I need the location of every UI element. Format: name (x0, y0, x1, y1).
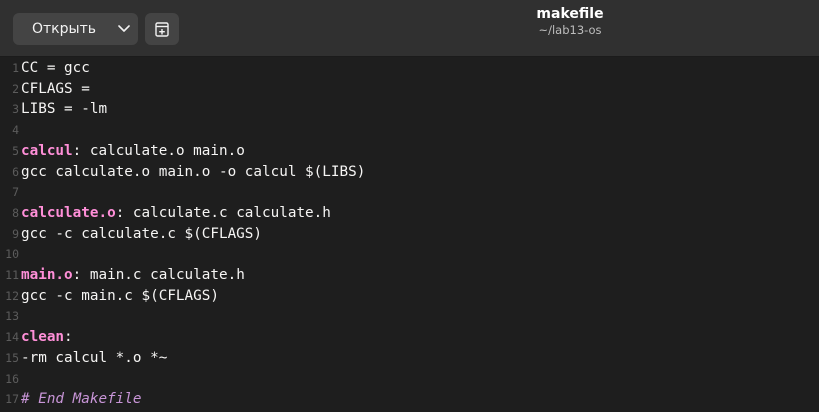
make-target: calculate.o (21, 204, 116, 221)
code-text: : main.c calculate.h (72, 267, 245, 283)
window-title-block: makefile ~/lab13-os (480, 6, 660, 38)
window-title: makefile (536, 6, 604, 22)
code-editor[interactable]: 1 CC = gcc 2 CFLAGS = 3 LIBS = -lm 4 5 calcul: c… (0, 57, 819, 412)
code-line[interactable]: 8 calculate.o: calculate.c calculate.h (0, 203, 819, 223)
code-line[interactable]: 2 CFLAGS = (0, 79, 819, 99)
code-line[interactable]: 16 (0, 369, 819, 389)
code-line[interactable]: 15 -rm calcul *.o *~ (0, 348, 819, 368)
line-code: gcc calculate.o main.o -o calcul $(LIBS) (21, 162, 365, 182)
code-line[interactable]: 6 gcc calculate.o main.o -o calcul $(LIBS… (0, 162, 819, 182)
code-text: CFLAGS = (21, 80, 90, 97)
line-code: calcul: calculate.o main.o (21, 141, 245, 161)
line-number: 15 (5, 350, 19, 365)
line-code: gcc -c main.c $(CFLAGS) (21, 286, 219, 306)
make-target: clean (21, 329, 65, 346)
code-text: : (64, 329, 73, 346)
code-line[interactable]: 11 main.o: main.c calculate.h (0, 265, 819, 285)
line-number: 6 (12, 164, 19, 179)
make-target: main.o (21, 267, 73, 283)
code-text: : calculate.o main.o (72, 142, 245, 159)
code-line[interactable]: 3 LIBS = -lm (0, 99, 819, 119)
line-code: CC = gcc (21, 58, 90, 78)
text-editor-window: Открыть makefile ~/lab13-os 1 CC = gcc 2 CF… (0, 0, 819, 412)
code-line[interactable]: 17 # End Makefile (0, 389, 819, 409)
code-line[interactable]: 12 gcc -c main.c $(CFLAGS) (0, 286, 819, 306)
open-button[interactable]: Открыть (13, 13, 138, 45)
line-number: 10 (5, 247, 19, 262)
line-number: 7 (12, 185, 19, 200)
code-text: -rm calcul *.o *~ (21, 349, 168, 366)
code-line[interactable]: 14 clean: (0, 327, 819, 347)
line-number: 14 (5, 330, 19, 345)
code-line[interactable]: 9 gcc -c calculate.c $(CFLAGS) (0, 224, 819, 244)
line-number: 17 (5, 392, 19, 407)
code-comment: # End Makefile (21, 391, 142, 408)
line-number: 2 (12, 81, 19, 96)
line-code: CFLAGS = (21, 79, 90, 99)
line-code: -rm calcul *.o *~ (21, 348, 167, 368)
code-text: : calculate.c calculate.h (115, 204, 331, 221)
line-code: calculate.o: calculate.c calculate.h (21, 203, 331, 223)
code-line[interactable]: 13 (0, 306, 819, 326)
line-number: 8 (12, 205, 19, 220)
code-line[interactable]: 10 (0, 244, 819, 264)
code-line[interactable]: 5 calcul: calculate.o main.o (0, 141, 819, 161)
code-line[interactable]: 1 CC = gcc (0, 58, 819, 78)
line-number: 12 (5, 288, 19, 303)
line-number: 3 (12, 102, 19, 117)
code-text: gcc -c calculate.c $(CFLAGS) (21, 225, 263, 242)
line-number: 5 (12, 143, 19, 158)
code-text: CC = gcc (21, 60, 90, 76)
code-line[interactable]: 4 (0, 120, 819, 140)
chevron-down-icon (118, 25, 130, 32)
header-bar: Открыть makefile ~/lab13-os (0, 0, 819, 57)
line-number: 4 (12, 123, 19, 138)
window-subtitle-path: ~/lab13-os (538, 23, 602, 37)
code-text: gcc calculate.o main.o -o calcul $(LIBS) (21, 163, 366, 180)
code-text: LIBS = -lm (21, 101, 108, 118)
line-code: gcc -c calculate.c $(CFLAGS) (21, 224, 262, 244)
open-button-label: Открыть (32, 21, 96, 37)
line-number: 16 (5, 371, 19, 386)
line-code: LIBS = -lm (21, 99, 107, 119)
new-document-icon (155, 21, 169, 37)
line-number: 9 (12, 226, 19, 241)
make-target: calcul (21, 142, 73, 159)
line-number: 1 (12, 61, 19, 75)
code-line[interactable]: 7 (0, 182, 819, 202)
line-code: # End Makefile (21, 389, 142, 409)
line-number: 11 (5, 268, 19, 282)
new-document-button[interactable] (145, 13, 179, 45)
line-code: clean: (21, 327, 73, 347)
code-text: gcc -c main.c $(CFLAGS) (21, 287, 219, 304)
line-code: main.o: main.c calculate.h (21, 265, 245, 285)
line-number: 13 (5, 309, 19, 324)
